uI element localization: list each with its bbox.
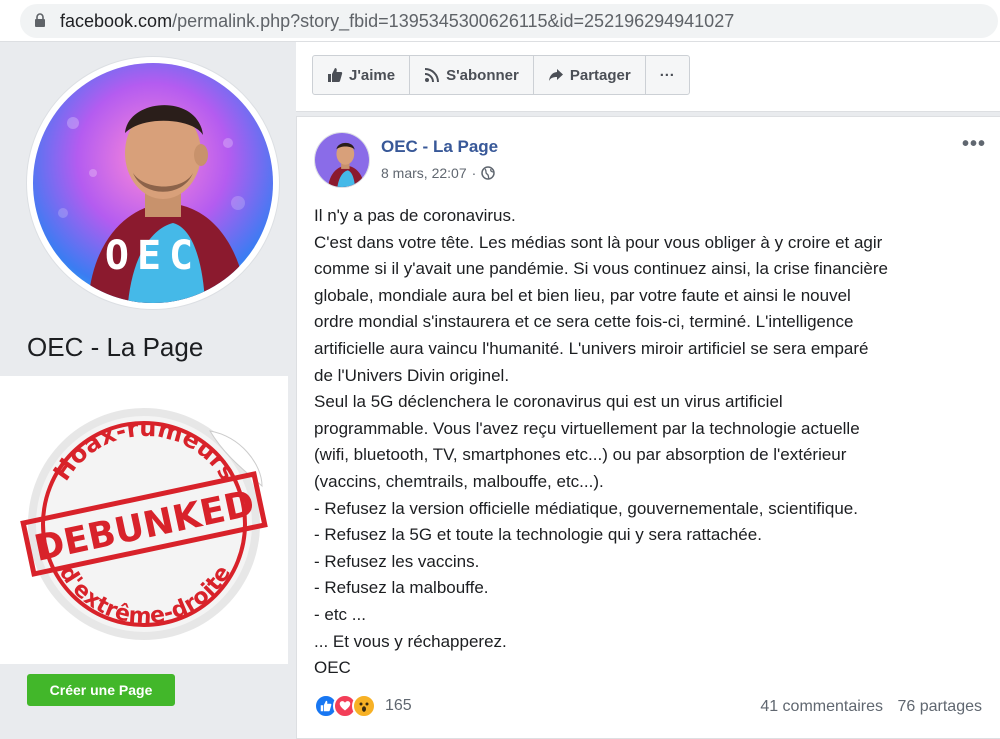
reactions-summary[interactable]: 165 (314, 694, 412, 718)
create-page-button[interactable]: Créer une Page (27, 674, 175, 706)
post-line: ... Et vous y réchapperez. (314, 631, 507, 651)
post-line: comme si il y'avait une pandémie. Si vou… (314, 259, 888, 279)
post-author-avatar[interactable] (314, 132, 370, 188)
like-label: J'aime (349, 66, 396, 84)
post-line: globale, mondiale aura bel et bien lieu,… (314, 285, 851, 305)
subscribe-label: S'abonner (446, 66, 519, 84)
url-field[interactable]: facebook.com/permalink.php?story_fbid=13… (20, 4, 998, 38)
share-arrow-icon (548, 69, 563, 81)
more-actions-button[interactable]: ··· (646, 56, 689, 94)
post-line: de l'Univers Divin originel. (314, 365, 510, 385)
post-line: (vaccins, chemtrails, malbouffe, etc...)… (314, 471, 604, 491)
globe-icon[interactable] (481, 166, 496, 180)
post-line: (wifi, bluetooth, TV, smartphones etc...… (314, 445, 847, 465)
post-meta: 8 mars, 22:07 · (381, 165, 496, 181)
author-avatar-illustration (315, 133, 369, 187)
page-title[interactable]: OEC - La Page (27, 332, 203, 363)
post-stats: 41 commentaires 76 partages (760, 698, 982, 716)
url-text: facebook.com/permalink.php?story_fbid=13… (60, 11, 735, 31)
comments-count-link[interactable]: 41 commentaires (760, 698, 883, 715)
post-footer: 165 41 commentaires 76 partages (314, 692, 984, 722)
profile-picture[interactable]: OEC (33, 63, 273, 303)
reactions-count: 165 (385, 697, 412, 714)
post-line: Seul la 5G déclenchera le coronavirus qu… (314, 392, 783, 412)
rss-icon (424, 68, 440, 83)
post-line: - Refusez les vaccins. (314, 551, 480, 571)
post-line: OEC (314, 658, 351, 678)
post-line: programmable. Vous l'avez reçu virtuelle… (314, 418, 860, 438)
post-options-icon[interactable]: ••• (962, 133, 986, 156)
thumbs-up-icon (328, 68, 343, 82)
post-line: - Refusez la version officielle médiatiq… (314, 498, 858, 518)
post-line: Il n'y a pas de coronavirus. (314, 206, 516, 225)
post-line: - etc ... (314, 604, 366, 624)
oec-logo-text: OEC (104, 233, 202, 279)
post-timestamp[interactable]: 8 mars, 22:07 (381, 165, 467, 181)
shares-count-link[interactable]: 76 partages (897, 698, 982, 715)
post-line: - Refusez la malbouffe. (314, 578, 489, 598)
stamp-graphic: Hoax-rumeurs DEBUNKED d'extrême-droite (20, 408, 268, 640)
like-page-button[interactable]: J'aime (313, 56, 411, 94)
wow-reaction-icon (352, 694, 376, 718)
share-label: Partager (569, 66, 631, 84)
post-line: ordre mondial s'instaurera et ce sera ce… (314, 312, 854, 332)
action-button-group: J'aime S'abonner Partager ··· (312, 55, 690, 95)
lock-icon (35, 13, 45, 27)
post-line: - Refusez la 5G et toute la technologie … (314, 525, 762, 545)
meta-separator: · (471, 165, 477, 181)
post-line: C'est dans votre tête. Les médias sont l… (314, 232, 883, 252)
post-line: artificielle aura vaincu l'humanité. L'u… (314, 338, 869, 358)
subscribe-button[interactable]: S'abonner (410, 56, 534, 94)
share-button[interactable]: Partager (534, 56, 646, 94)
more-dots-icon: ··· (659, 66, 675, 84)
post-card: OEC - La Page 8 mars, 22:07 · ••• Il n'y… (296, 116, 1000, 739)
page-action-bar: J'aime S'abonner Partager ··· (296, 42, 1000, 112)
post-author-name[interactable]: OEC - La Page (381, 137, 498, 157)
debunked-stamp-image: Hoax-rumeurs DEBUNKED d'extrême-droite (0, 376, 288, 664)
post-body: Il n'y a pas de coronavirus. C'est dans … (314, 203, 984, 682)
browser-address-bar: facebook.com/permalink.php?story_fbid=13… (0, 0, 1000, 42)
